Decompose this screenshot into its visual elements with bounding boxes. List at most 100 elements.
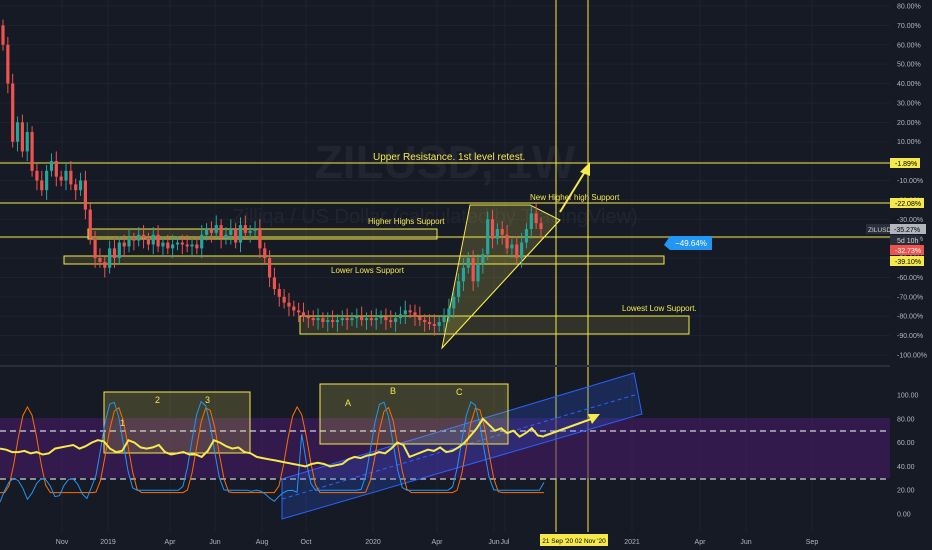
candle-body (529, 213, 533, 229)
candle-body (524, 228, 529, 243)
osc-tick: 20.00 (897, 488, 915, 495)
price-tick: -100.00% (897, 353, 927, 360)
candle-body (6, 44, 10, 84)
date-tick: Apr (695, 539, 707, 546)
tag-current-text: -35.27% (894, 227, 920, 234)
time-axis[interactable] (0, 532, 932, 550)
candle-body (11, 83, 15, 142)
date-highlight-text: 21 Sep '20 02 Nov '20 (542, 538, 606, 545)
price-tick: 70.00% (897, 23, 921, 30)
candle-body (54, 161, 58, 177)
candle-body (476, 263, 480, 282)
candle-body (49, 161, 54, 171)
date-tick: 2021 (624, 539, 640, 546)
candle-body (486, 219, 490, 255)
candle-body (175, 242, 180, 245)
candle-body (389, 320, 393, 323)
candle-body (413, 312, 417, 317)
price-tick: -30.00% (897, 217, 923, 224)
osc-label-1: 1 (120, 418, 125, 428)
candle-body (539, 223, 543, 229)
candle-body (471, 258, 475, 282)
tag-level-b-text: -39.10% (895, 259, 921, 266)
measure-value: −49.64% (675, 239, 707, 248)
candle-body (137, 234, 141, 241)
candle-body (330, 320, 335, 323)
price-tick: -90.00% (897, 333, 923, 340)
osc-tick: 80.00 (897, 416, 915, 423)
candle-body (253, 228, 257, 231)
osc-tick: 0.00 (897, 512, 911, 519)
date-tick: Nov (56, 539, 69, 546)
candle-body (437, 322, 441, 326)
candle-body (248, 230, 252, 233)
lowest-low-zone[interactable] (299, 315, 690, 335)
lowest-low-label: Lowest Low Support. (622, 304, 697, 313)
candle-body (282, 296, 286, 303)
candle-body (408, 310, 412, 313)
date-tick: Apr (432, 539, 444, 546)
candle-body (267, 258, 272, 278)
candle-body (200, 234, 204, 249)
tag-countdown-text: 5d 10h (897, 238, 919, 245)
candle-body (15, 122, 20, 142)
candle-body (25, 132, 29, 152)
date-tick: Jun (740, 539, 751, 546)
candle-body (185, 244, 189, 247)
candle-body (156, 234, 160, 247)
candle-body (88, 209, 92, 239)
candle-body (500, 228, 504, 235)
candle-body (69, 170, 73, 185)
candle-body (505, 234, 509, 249)
candle-body (452, 296, 456, 309)
date-tick: Oct (301, 539, 312, 546)
candle-body (432, 323, 436, 326)
price-tick: -70.00% (897, 294, 923, 301)
date-tick: Jun (209, 539, 220, 546)
candle-body (510, 244, 514, 249)
lower-lows-zone[interactable] (63, 255, 665, 265)
date-tick: Apr (165, 539, 177, 546)
candle-body (40, 180, 44, 191)
candle-body (30, 132, 34, 171)
candle-body (209, 228, 214, 233)
candle-body (520, 242, 524, 259)
trading-chart[interactable]: ZILUSD, 1W Zilliqa / US Dollar (calculat… (0, 0, 932, 550)
osc-tick: 100.00 (897, 393, 919, 400)
candle-body (141, 234, 146, 239)
candle-body (398, 314, 403, 319)
candle-body (59, 176, 63, 181)
candle-body (418, 316, 422, 321)
date-tick: Aug (256, 539, 269, 546)
date-axis-labels: Nov 2019 Apr Jun Aug Oct 2020 Apr Jun Jul 2021 Apr J… (56, 539, 819, 546)
arrow-head-icon (580, 162, 590, 176)
candle-body (457, 281, 461, 297)
higher-highs-label: Higher Highs Support (368, 217, 445, 226)
candle-body (243, 225, 247, 233)
candle-body (74, 184, 78, 191)
date-tick: Sep (806, 539, 819, 546)
osc-label-2: 2 (155, 395, 160, 405)
osc-label-3: 3 (205, 395, 210, 405)
candle-body (272, 277, 277, 290)
candle-body (64, 170, 68, 181)
lower-lows-label: Lower Lows Support (331, 266, 405, 275)
cycle-box-a[interactable] (319, 383, 509, 445)
osc-tick: 60.00 (897, 440, 915, 447)
candle-body (171, 244, 175, 249)
candle-body (108, 248, 112, 268)
candle-body (442, 316, 446, 323)
date-tick: Jun (488, 539, 499, 546)
candle-body (180, 242, 184, 245)
candle-body (481, 254, 485, 264)
candle-body (127, 238, 131, 247)
candle-body (258, 228, 262, 249)
price-tick: -10.00% (897, 178, 923, 185)
osc-label-a: A (345, 398, 351, 408)
candle-body (151, 234, 155, 245)
candle-body (461, 267, 466, 282)
candle-body (132, 238, 136, 241)
candle-body (20, 122, 24, 152)
candle-body (204, 228, 209, 235)
candle-body (311, 318, 315, 321)
